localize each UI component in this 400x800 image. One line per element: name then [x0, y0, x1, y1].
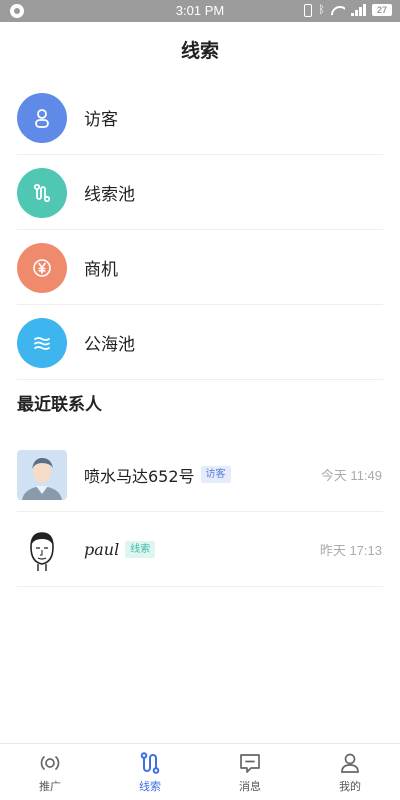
nav-tab-messages[interactable]: 消息	[200, 744, 300, 800]
bottom-nav: 推广 线索 消息 我的	[0, 743, 400, 800]
contact-time: 昨天 17:13	[319, 543, 382, 558]
divider	[17, 586, 383, 587]
contact-time: 今天 11:49	[320, 468, 382, 483]
nav-label: 线索	[139, 780, 161, 793]
contact-tag: 线索	[125, 541, 156, 558]
signal-icon	[351, 4, 366, 16]
lead-pool-icon	[17, 167, 67, 218]
visitor-icon	[17, 92, 67, 143]
menu-item-sea-pool[interactable]: 公海池	[0, 305, 400, 380]
recent-contacts-title: 最近联系人	[17, 395, 102, 415]
sea-pool-icon	[17, 317, 67, 368]
recent-contacts-list: 喷水马达652号 访客 今天 11:49 paul 线索 昨天 17:13	[0, 437, 400, 587]
nav-label: 我的	[339, 780, 361, 793]
contact-tag: 访客	[200, 466, 231, 483]
contact-row[interactable]: paul 线索 昨天 17:13	[0, 512, 400, 587]
nav-tab-profile[interactable]: 我的	[300, 744, 400, 800]
yen-icon	[17, 242, 67, 293]
menu-item-visitor[interactable]: 访客	[0, 80, 400, 155]
menu-label: 线索池	[84, 185, 135, 205]
lead-menu: 访客 线索池 商机 公海池	[0, 80, 400, 380]
nav-tab-leads[interactable]: 线索	[100, 744, 200, 800]
menu-item-lead-pool[interactable]: 线索池	[0, 155, 400, 230]
battery-icon: 27	[372, 4, 392, 16]
nav-label: 消息	[239, 780, 261, 793]
menu-label: 访客	[84, 110, 118, 130]
message-icon	[240, 754, 260, 773]
profile-icon	[341, 753, 359, 773]
menu-label: 商机	[84, 260, 118, 280]
divider	[17, 379, 383, 380]
leads-icon	[140, 752, 160, 774]
status-icons: ᛒ 27	[304, 3, 392, 17]
wifi-icon	[331, 4, 345, 16]
page-title: 线索	[180, 40, 219, 62]
menu-item-opportunity[interactable]: 商机	[0, 230, 400, 305]
avatar	[17, 524, 67, 575]
contact-name: 喷水马达652号	[84, 466, 195, 486]
promotion-icon	[40, 756, 60, 770]
nav-label: 推广	[39, 780, 61, 793]
vibrate-icon	[304, 3, 313, 17]
status-bar: 3:01 PM ᛒ 27	[0, 0, 400, 22]
avatar	[17, 449, 67, 500]
menu-label: 公海池	[84, 335, 135, 355]
nav-tab-promotion[interactable]: 推广	[0, 744, 100, 800]
contact-name: paul	[84, 540, 120, 559]
bluetooth-icon: ᛒ	[318, 3, 325, 16]
contact-row[interactable]: 喷水马达652号 访客 今天 11:49	[0, 437, 400, 512]
